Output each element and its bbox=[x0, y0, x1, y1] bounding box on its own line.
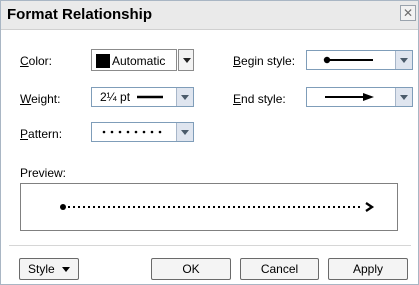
pattern-dots-icon bbox=[102, 130, 162, 134]
preview-pane bbox=[20, 183, 398, 231]
pattern-label: Pattern: bbox=[20, 127, 63, 141]
close-icon[interactable]: ✕ bbox=[400, 5, 416, 21]
separator-line bbox=[9, 245, 411, 246]
begin-style-dropdown-arrow[interactable] bbox=[395, 51, 412, 69]
apply-button[interactable]: Apply bbox=[328, 258, 408, 280]
cancel-button[interactable]: Cancel bbox=[240, 258, 319, 280]
weight-label: Weight: bbox=[20, 92, 61, 106]
color-picker-button[interactable]: Automatic bbox=[91, 49, 177, 71]
style-button[interactable]: Style bbox=[19, 258, 79, 280]
end-style-select[interactable] bbox=[306, 87, 413, 107]
color-value: Automatic bbox=[112, 54, 166, 68]
preview-line-graphic bbox=[60, 202, 375, 212]
end-style-dropdown-arrow[interactable] bbox=[395, 88, 412, 106]
end-style-label: End style: bbox=[233, 92, 286, 106]
ok-button[interactable]: OK bbox=[151, 258, 231, 280]
color-label: Color: bbox=[20, 54, 53, 68]
weight-select[interactable]: 2¼ pt bbox=[91, 87, 194, 107]
color-dropdown-button[interactable] bbox=[178, 49, 194, 71]
begin-style-line-icon bbox=[323, 56, 373, 64]
weight-line-icon bbox=[137, 95, 163, 99]
weight-value: 2¼ pt bbox=[100, 90, 131, 104]
dialog-title: Format Relationship bbox=[7, 6, 153, 23]
pattern-dropdown-arrow[interactable] bbox=[176, 123, 193, 141]
title-bar: Format Relationship ✕ bbox=[1, 1, 418, 30]
pattern-select[interactable] bbox=[91, 122, 194, 142]
style-button-label: Style bbox=[28, 262, 55, 276]
end-style-arrow-icon bbox=[325, 93, 374, 101]
color-swatch bbox=[96, 54, 110, 68]
format-relationship-dialog: Format Relationship ✕ Color: Automatic B… bbox=[0, 0, 419, 285]
weight-dropdown-arrow[interactable] bbox=[176, 88, 193, 106]
preview-label: Preview: bbox=[20, 166, 67, 180]
begin-style-label: Begin style: bbox=[233, 54, 296, 68]
begin-style-select[interactable] bbox=[306, 50, 413, 70]
